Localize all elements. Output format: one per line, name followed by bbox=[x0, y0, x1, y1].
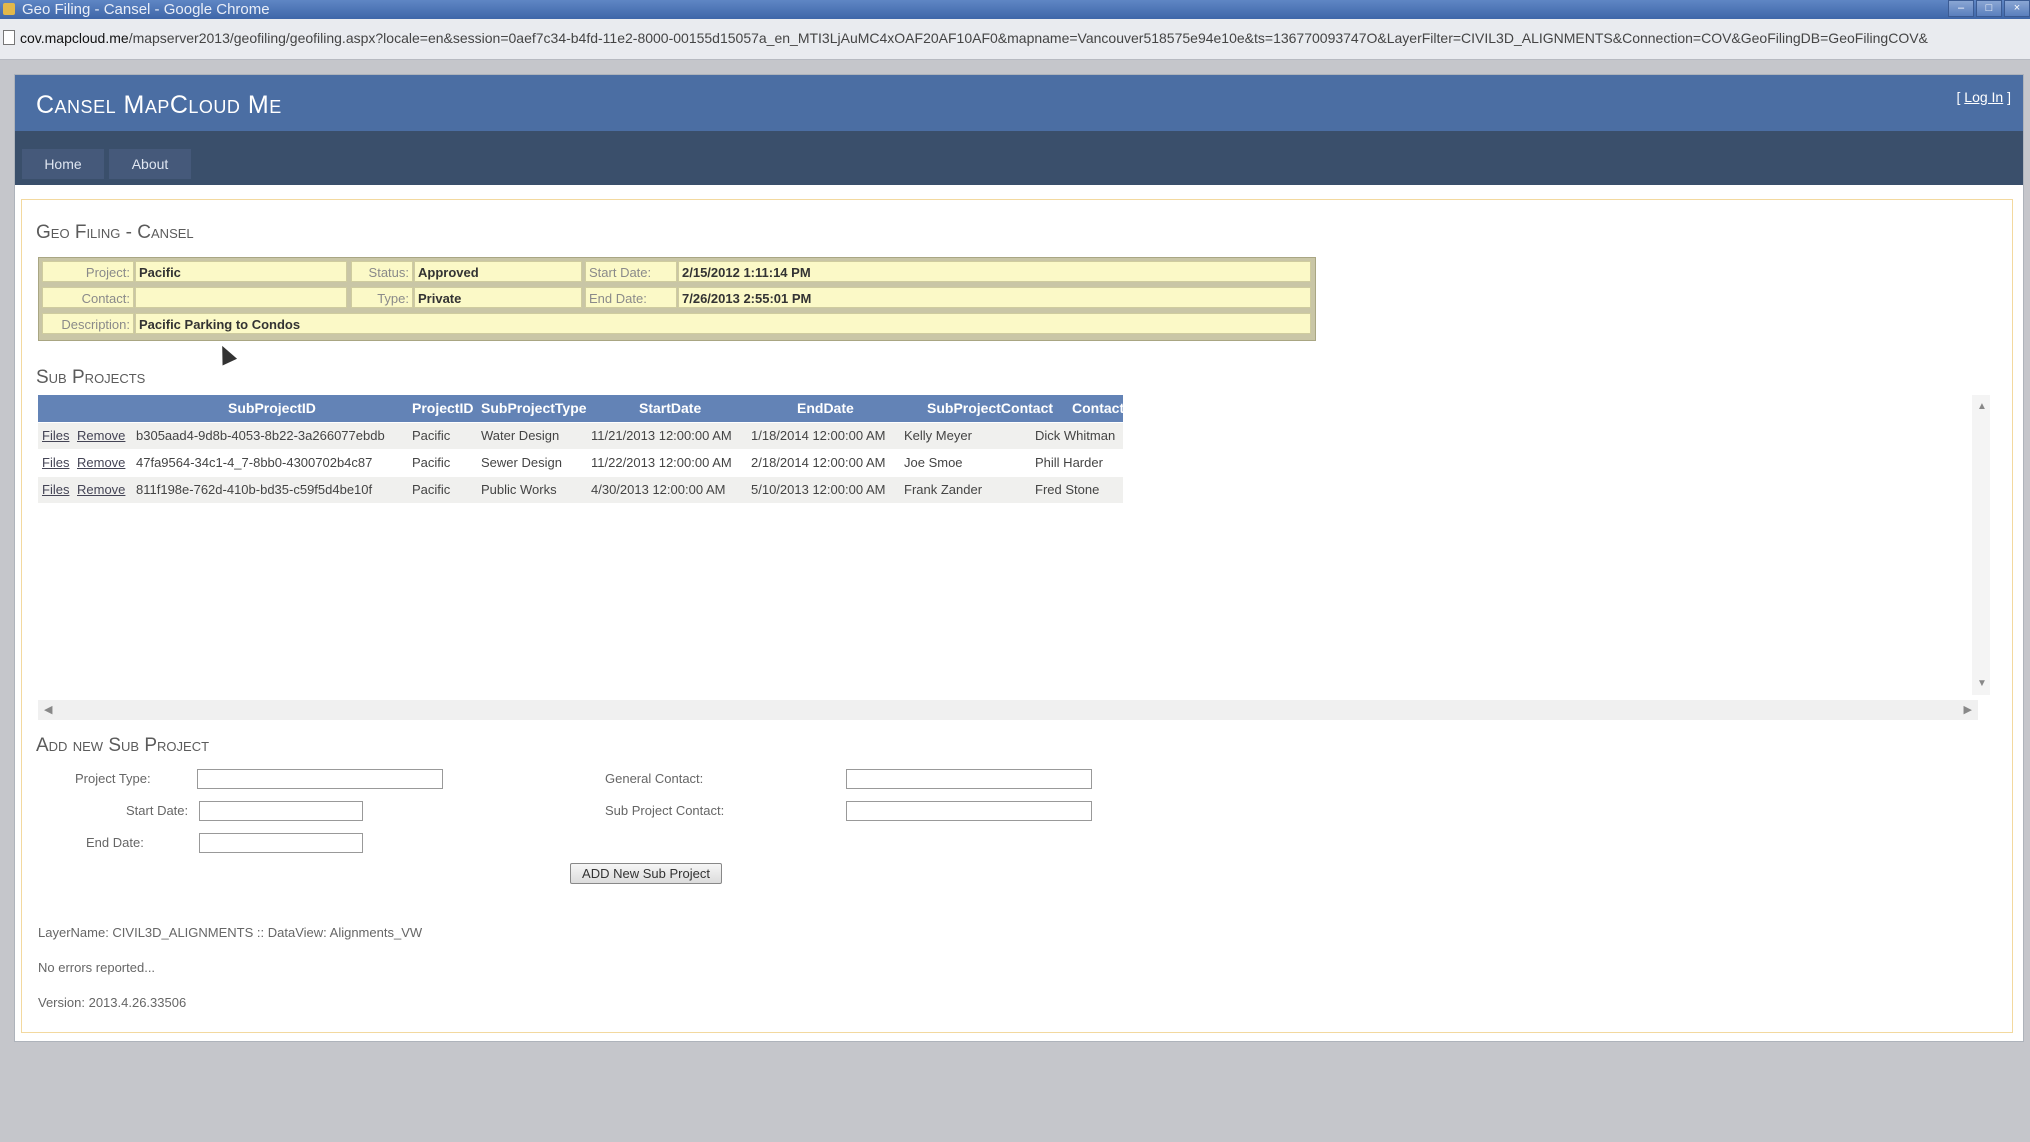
files-link[interactable]: Files bbox=[42, 455, 69, 470]
col-subprojecttype[interactable]: SubProjectType bbox=[481, 395, 587, 422]
main-content: Geo Filing - Cansel Project: Pacific Sta… bbox=[21, 199, 2013, 1033]
layer-info: LayerName: CIVIL3D_ALIGNMENTS :: DataVie… bbox=[38, 925, 423, 940]
cell-type: Sewer Design bbox=[481, 455, 562, 470]
contact-label: Contact: bbox=[42, 287, 134, 308]
cell-contact: Fred Stone bbox=[1035, 482, 1100, 497]
login-link[interactable]: Log In bbox=[1964, 89, 2003, 105]
scroll-right-icon[interactable]: ▶ bbox=[1964, 703, 1972, 716]
contact-value bbox=[135, 287, 347, 308]
minimize-icon[interactable]: – bbox=[1948, 0, 1974, 17]
start-date-value: 2/15/2012 1:11:14 PM bbox=[678, 261, 1311, 282]
table-row: Files Remove b305aad4-9d8b-4053-8b22-3a2… bbox=[38, 423, 1123, 449]
sub-project-contact-input[interactable] bbox=[846, 801, 1092, 821]
menu-about[interactable]: About bbox=[109, 149, 191, 179]
scroll-up-icon[interactable]: ▲ bbox=[1977, 401, 1987, 412]
cell-type: Public Works bbox=[481, 482, 557, 497]
col-projectid[interactable]: ProjectID bbox=[412, 395, 473, 422]
remove-link[interactable]: Remove bbox=[77, 455, 125, 470]
cell-subprojectid: 811f198e-762d-410b-bd35-c59f5d4be10f bbox=[136, 482, 373, 497]
table-row: Files Remove 811f198e-762d-410b-bd35-c59… bbox=[38, 477, 1123, 503]
address-bar[interactable]: cov.mapcloud.me/mapserver2013/geofiling/… bbox=[0, 19, 2030, 60]
chrome-app-icon bbox=[3, 3, 15, 15]
col-startdate[interactable]: StartDate bbox=[639, 395, 701, 422]
cell-projectid: Pacific bbox=[412, 428, 451, 443]
cell-subprojectid: b305aad4-9d8b-4053-8b22-3a266077ebdb bbox=[136, 428, 385, 443]
add-sub-project-title: Add new Sub Project bbox=[36, 735, 210, 756]
cell-startdate: 11/22/2013 12:00:00 AM bbox=[591, 455, 732, 470]
start-date-label: Start Date: bbox=[585, 261, 677, 282]
cell-subprojectcontact: Kelly Meyer bbox=[904, 428, 972, 443]
col-subprojectid[interactable]: SubProjectID bbox=[228, 395, 316, 422]
description-value: Pacific Parking to Condos bbox=[135, 313, 1311, 334]
cell-projectid: Pacific bbox=[412, 455, 451, 470]
remove-link[interactable]: Remove bbox=[77, 428, 125, 443]
page-container: Cansel MapCloud Me [ Log In ] Home About… bbox=[14, 74, 2024, 1042]
scroll-left-icon[interactable]: ◀ bbox=[44, 703, 52, 716]
col-subprojectcontact[interactable]: SubProjectContact bbox=[927, 395, 1053, 422]
grid-header: SubProjectID ProjectID SubProjectType St… bbox=[38, 395, 1124, 422]
files-link[interactable]: Files bbox=[42, 428, 69, 443]
horizontal-scrollbar[interactable]: ◀ ▶ bbox=[38, 700, 1978, 720]
sub-project-contact-label: Sub Project Contact: bbox=[605, 803, 725, 818]
login-area: [ Log In ] bbox=[1956, 89, 2012, 105]
cell-startdate: 11/21/2013 12:00:00 AM bbox=[591, 428, 732, 443]
cell-enddate: 1/18/2014 12:00:00 AM bbox=[751, 428, 886, 443]
cell-contact: Phill Harder bbox=[1035, 455, 1103, 470]
end-date-label: End Date: bbox=[86, 835, 144, 850]
files-link[interactable]: Files bbox=[42, 482, 69, 497]
project-type-input[interactable] bbox=[197, 769, 443, 789]
type-value: Private bbox=[414, 287, 582, 308]
menu-home[interactable]: Home bbox=[22, 149, 104, 179]
sub-projects-title: Sub Projects bbox=[36, 367, 146, 388]
error-status: No errors reported... bbox=[38, 960, 156, 975]
project-label: Project: bbox=[42, 261, 134, 282]
close-icon[interactable]: × bbox=[2004, 0, 2030, 17]
cell-contact: Dick Whitman bbox=[1035, 428, 1116, 443]
project-value: Pacific bbox=[135, 261, 347, 282]
description-label: Description: bbox=[42, 313, 134, 334]
end-date-input[interactable] bbox=[199, 833, 363, 853]
cell-subprojectcontact: Joe Smoe bbox=[904, 455, 963, 470]
start-date-label: Start Date: bbox=[126, 803, 189, 818]
status-label: Status: bbox=[351, 261, 413, 282]
url-host: cov.mapcloud.me bbox=[20, 30, 129, 46]
cell-enddate: 5/10/2013 12:00:00 AM bbox=[751, 482, 886, 497]
type-label: Type: bbox=[351, 287, 413, 308]
site-brand: Cansel MapCloud Me bbox=[36, 91, 282, 119]
cell-type: Water Design bbox=[481, 428, 560, 443]
status-value: Approved bbox=[414, 261, 582, 282]
scroll-down-icon[interactable]: ▼ bbox=[1977, 678, 1987, 689]
col-enddate[interactable]: EndDate bbox=[797, 395, 854, 422]
project-info-table: Project: Pacific Status: Approved Start … bbox=[38, 257, 1316, 341]
vertical-scrollbar[interactable]: ▲ ▼ bbox=[1972, 395, 1990, 695]
end-date-value: 7/26/2013 2:55:01 PM bbox=[678, 287, 1311, 308]
cell-projectid: Pacific bbox=[412, 482, 451, 497]
main-menu: Home About bbox=[15, 131, 2023, 185]
window-title: Geo Filing - Cansel - Google Chrome bbox=[22, 1, 270, 18]
cell-enddate: 2/18/2014 12:00:00 AM bbox=[751, 455, 886, 470]
maximize-icon[interactable]: □ bbox=[1976, 0, 2002, 17]
cell-subprojectcontact: Frank Zander bbox=[904, 482, 983, 497]
cell-startdate: 4/30/2013 12:00:00 AM bbox=[591, 482, 726, 497]
add-sub-project-button[interactable]: ADD New Sub Project bbox=[570, 863, 722, 884]
url-path: /mapserver2013/geofiling/geofiling.aspx?… bbox=[128, 30, 1928, 46]
general-contact-label: General Contact: bbox=[605, 771, 704, 786]
start-date-input[interactable] bbox=[199, 801, 363, 821]
window-controls: – □ × bbox=[1946, 0, 2030, 19]
remove-link[interactable]: Remove bbox=[77, 482, 125, 497]
end-date-label: End Date: bbox=[585, 287, 677, 308]
sub-projects-grid: SubProjectID ProjectID SubProjectType St… bbox=[38, 395, 1998, 745]
page-icon bbox=[3, 30, 15, 45]
general-contact-input[interactable] bbox=[846, 769, 1092, 789]
url-text[interactable]: cov.mapcloud.me/mapserver2013/geofiling/… bbox=[20, 30, 1928, 46]
cell-subprojectid: 47fa9564-34c1-4_7-8bb0-4300702b4c87 bbox=[136, 455, 373, 470]
site-header: Cansel MapCloud Me [ Log In ] bbox=[15, 75, 2023, 131]
window-titlebar: Geo Filing - Cansel - Google Chrome – □ … bbox=[0, 0, 2030, 19]
table-row: Files Remove 47fa9564-34c1-4_7-8bb0-4300… bbox=[38, 450, 1123, 476]
col-contact[interactable]: Contact bbox=[1072, 395, 1124, 422]
version-text: Version: 2013.4.26.33506 bbox=[38, 995, 187, 1010]
project-type-label: Project Type: bbox=[75, 771, 151, 786]
page-title: Geo Filing - Cansel bbox=[36, 222, 194, 243]
